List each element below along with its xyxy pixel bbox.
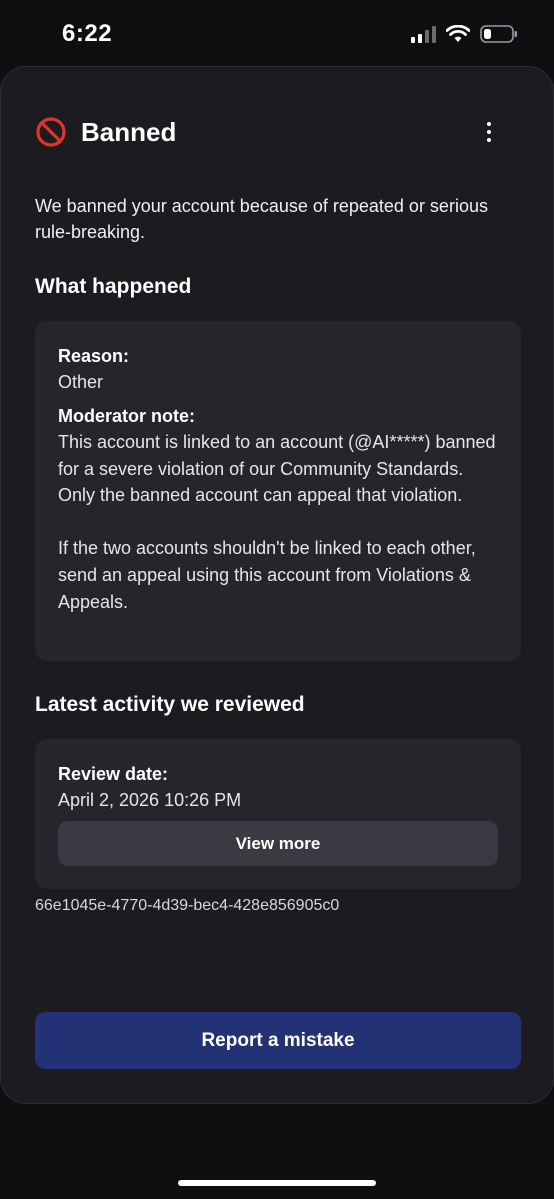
report-mistake-button[interactable]: Report a mistake [35,1012,521,1069]
reason-value: Other [58,372,104,392]
wifi-icon [446,25,470,42]
what-happened-card: Reason: Other Moderator note: This accou… [35,321,521,661]
moderator-note-paragraph-2: If the two accounts shouldn't be linked … [58,538,476,612]
battery-icon [480,25,517,43]
reference-id: 66e1045e-4770-4d39-bec4-428e856905c0 [35,897,340,914]
moderator-note-block: Moderator note: This account is linked t… [58,403,501,615]
what-happened-heading: What happened [35,275,192,298]
review-date-label: Review date: [58,764,169,784]
status-bar: 6:22 [0,0,554,66]
sheet-header: Banned [35,114,519,150]
moderator-note-paragraph-1: This account is linked to an account (@A… [58,432,496,506]
moderator-note-label: Moderator note: [58,406,195,426]
view-more-button[interactable]: View more [58,821,498,866]
latest-activity-card: Review date: April 2, 2026 10:26 PM View… [35,739,521,889]
ban-sheet: Banned We banned your account because of… [0,66,554,1104]
page-title: Banned [81,116,177,147]
ban-intro-text: We banned your account because of repeat… [35,196,488,242]
more-vertical-icon[interactable] [477,118,501,146]
ban-icon [36,117,66,147]
latest-activity-heading: Latest activity we reviewed [35,693,305,716]
status-time: 6:22 [62,20,113,47]
status-icons [411,24,518,44]
home-indicator[interactable] [178,1180,376,1186]
reason-block: Reason: Other [58,343,501,396]
review-date-value: April 2, 2026 10:26 PM [58,790,242,810]
review-date-block: Review date: April 2, 2026 10:26 PM [58,761,501,814]
reason-label: Reason: [58,346,130,366]
signal-icon [411,25,436,43]
